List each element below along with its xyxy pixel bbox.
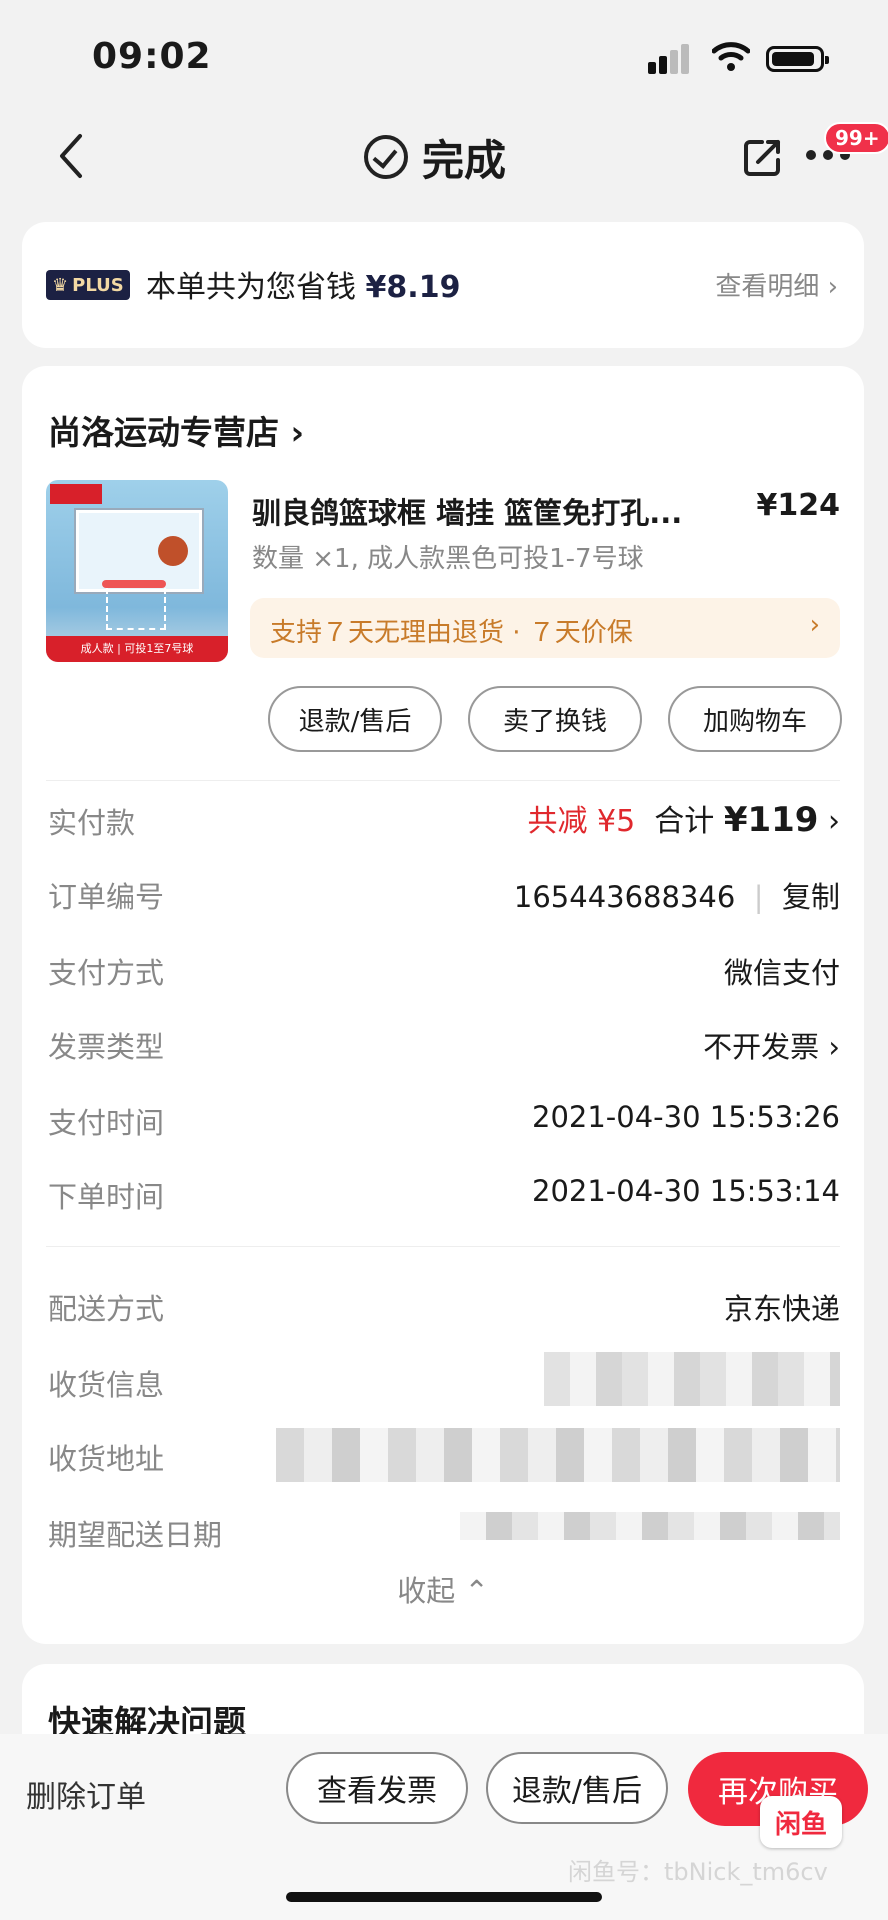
product-title[interactable]: 驯良鸽篮球框 墙挂 篮筐免打孔...: [252, 490, 752, 532]
guarantee-banner[interactable]: 支持７天无理由退货 · ７天价保 ›: [250, 598, 840, 658]
order-time: 2021-04-30 15:53:14: [532, 1174, 840, 1208]
expected-delivery-label: 期望配送日期: [48, 1518, 223, 1552]
plus-savings-amount: ¥8.19: [365, 270, 461, 305]
receiver-info-redacted: [544, 1352, 840, 1406]
bottom-action-bar: 删除订单 查看发票 退款/售后 再次购买 闲鱼 闲鱼号：tbNick_tm6cv: [0, 1734, 888, 1920]
shop-name-link[interactable]: 尚洛运动专营店 ›: [48, 406, 304, 454]
copy-button[interactable]: 复制: [782, 880, 840, 914]
sell-for-cash-button[interactable]: 卖了换钱: [468, 686, 642, 752]
message-badge: 99+: [824, 122, 888, 154]
receiver-info-label: 收货信息: [48, 1368, 165, 1402]
order-time-label: 下单时间: [48, 1180, 165, 1214]
chevron-right-icon: ›: [290, 413, 305, 452]
divider: [46, 780, 840, 781]
order-card: 尚洛运动专营店 › 成人款 | 可投1至7号球 驯良鸽篮球框 墙挂 篮筐免打孔.…: [22, 366, 864, 1644]
order-number-row: 165443688346 | 复制: [513, 880, 840, 914]
chevron-right-icon: ›: [828, 804, 840, 839]
chevron-right-icon: ›: [809, 610, 820, 640]
plus-savings-card[interactable]: ♛ PLUS 本单共为您省钱 ¥8.19 查看明细 ›: [22, 222, 864, 348]
product-thumbnail[interactable]: 成人款 | 可投1至7号球: [46, 480, 228, 662]
payment-total-row[interactable]: 共减 ¥5 合计 ¥119 ›: [527, 796, 840, 840]
plus-savings-text: 本单共为您省钱 ¥8.19: [146, 270, 461, 305]
view-invoice-button[interactable]: 查看发票: [286, 1752, 468, 1824]
invoice-type-label: 发票类型: [48, 1030, 165, 1064]
status-time: 09:02: [92, 36, 212, 77]
cellular-signal-icon: [648, 44, 692, 74]
order-number-label: 订单编号: [48, 880, 165, 914]
check-circle-icon: [364, 135, 408, 179]
plus-tag: ♛ PLUS: [46, 270, 130, 300]
delivery-method: 京东快递: [723, 1292, 840, 1326]
chevron-up-icon: ⌃: [464, 1574, 489, 1608]
view-details-link[interactable]: 查看明细 ›: [715, 266, 838, 303]
discount-amount: 共减 ¥5: [527, 804, 636, 839]
receiver-address-redacted: [276, 1428, 840, 1482]
wifi-icon: [712, 42, 750, 71]
refund-aftersale-button[interactable]: 退款/售后: [268, 686, 442, 752]
back-arrow-icon[interactable]: [52, 130, 92, 182]
xianyu-logo: 闲鱼: [760, 1796, 842, 1848]
product-price: ¥124: [756, 488, 841, 523]
collapse-toggle[interactable]: 收起 ⌃: [22, 1568, 864, 1610]
delivery-method-label: 配送方式: [48, 1292, 165, 1326]
page-title: 完成: [422, 135, 507, 185]
chevron-right-icon: ›: [828, 1030, 840, 1064]
receiver-address-label: 收货地址: [48, 1442, 165, 1476]
product-spec: 数量 ×1, 成人款黑色可投1-7号球: [252, 544, 644, 574]
add-to-cart-button[interactable]: 加购物车: [668, 686, 842, 752]
crown-icon: ♛: [52, 274, 69, 296]
expected-delivery-redacted: [460, 1512, 840, 1540]
pay-time-label: 支付时间: [48, 1106, 165, 1140]
home-indicator[interactable]: [286, 1892, 602, 1902]
payment-method-label: 支付方式: [48, 956, 165, 990]
payment-total: ¥119: [723, 800, 819, 840]
chevron-right-icon: ›: [827, 272, 838, 302]
payment-method: 微信支付: [723, 956, 840, 990]
divider: [46, 1246, 840, 1247]
battery-icon: [766, 46, 829, 72]
watermark-text: 闲鱼号：tbNick_tm6cv: [568, 1858, 828, 1886]
refund-aftersale-bottom-button[interactable]: 退款/售后: [486, 1752, 668, 1824]
actual-payment-label: 实付款: [48, 806, 136, 840]
share-icon[interactable]: [740, 136, 784, 180]
invoice-type-row[interactable]: 不开发票 ›: [703, 1024, 840, 1066]
order-number: 165443688346: [513, 880, 736, 914]
pay-time: 2021-04-30 15:53:26: [532, 1100, 840, 1134]
delete-order-button[interactable]: 删除订单: [26, 1772, 146, 1816]
page-title-group: 完成: [364, 130, 506, 185]
